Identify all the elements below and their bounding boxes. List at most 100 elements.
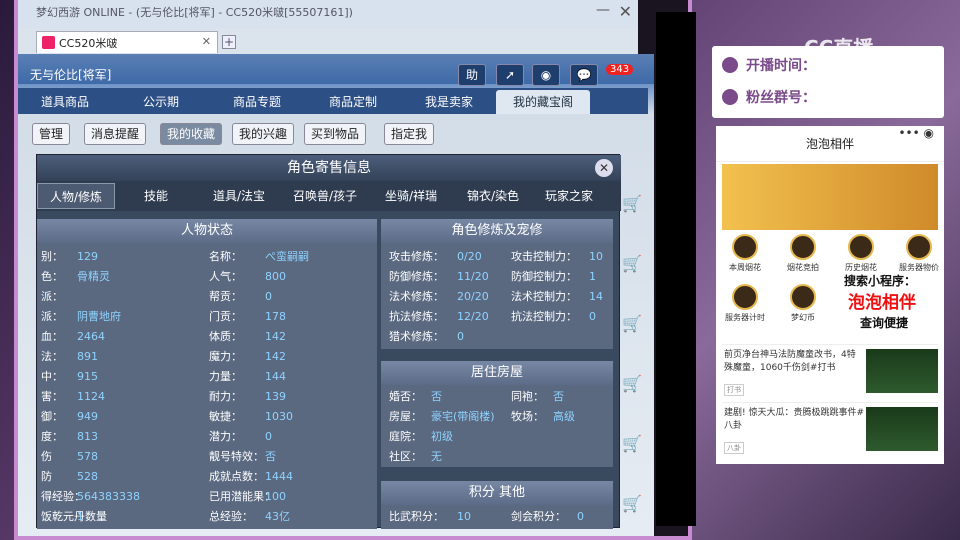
status-header: 人物状态: [37, 219, 377, 243]
new-tab-button[interactable]: +: [222, 35, 236, 49]
tab-character[interactable]: 人物/修炼: [37, 183, 115, 209]
cultivation-panel: 角色修炼及宠修 攻击修炼： 0/20 攻击控制力： 10 防御修炼： 11/20 防御控制力…: [381, 219, 613, 349]
cart-icon[interactable]: 🛒: [622, 374, 646, 394]
status-label: 度：: [41, 430, 63, 443]
status-label: 血：: [41, 330, 63, 343]
favorites-button[interactable]: 我的收藏: [160, 123, 223, 145]
firework-auction-icon: 烟花竞拍: [778, 234, 828, 273]
message-icon[interactable]: 💬: [570, 64, 598, 86]
status-value: 1030: [265, 410, 293, 423]
nav-tab-topics[interactable]: 商品专题: [210, 90, 304, 114]
status-label: 名称：: [209, 250, 242, 263]
minimize-icon[interactable]: —: [596, 2, 610, 18]
status-value: 43亿: [265, 510, 290, 523]
browser-tab[interactable]: CC520米啵 ✕: [36, 31, 218, 53]
status-value: 骨精灵: [77, 270, 110, 283]
record-icon[interactable]: ◉: [532, 64, 560, 86]
status-label: 御：: [41, 410, 63, 423]
points-label: 剑会积分：: [511, 510, 566, 523]
nav-tab-items[interactable]: 道具商品: [18, 90, 112, 114]
favicon-icon: [42, 36, 55, 49]
tab-mounts[interactable]: 坐骑/祥瑞: [369, 183, 453, 209]
control-value: 10: [589, 250, 603, 263]
status-value: 891: [77, 350, 98, 363]
house-value: 豪宅(带阁楼): [431, 410, 495, 423]
house-label: 房屋：: [389, 410, 422, 423]
news-item[interactable]: 前页净台神马法防魔童改书，4特殊魔童，1060千伤剑#打书 打书: [722, 344, 938, 400]
tab-close-icon[interactable]: ✕: [202, 35, 211, 48]
tab-items[interactable]: 道具/法宝: [197, 183, 281, 209]
interests-button[interactable]: 我的兴趣: [232, 123, 295, 145]
control-value: 0: [589, 310, 596, 323]
status-value: 578: [77, 450, 98, 463]
points-value: 10: [457, 510, 471, 523]
status-label: 总经验：: [209, 510, 253, 523]
cart-icon[interactable]: 🛒: [622, 494, 646, 514]
cart-icon[interactable]: 🛒: [622, 254, 646, 274]
nav-tabs: 道具商品 公示期 商品专题 商品定制 我是卖家 我的藏宝阁: [18, 88, 648, 114]
manage-button[interactable]: 管理: [32, 123, 71, 145]
points-header: 积分 其他: [381, 481, 613, 505]
status-value: ぺ蛮嗣嗣: [265, 250, 309, 263]
notify-button[interactable]: 消息提醒: [84, 123, 147, 145]
status-value: 2464: [77, 330, 105, 343]
status-value: 阴曹地府: [77, 310, 121, 323]
cart-icon[interactable]: 🛒: [622, 434, 646, 454]
status-value: 1124: [77, 390, 105, 403]
status-label: 色：: [41, 270, 63, 283]
nav-tab-my-treasure[interactable]: 我的藏宝阁: [496, 90, 590, 114]
house-value: 无: [431, 450, 442, 463]
control-label: 攻击控制力：: [511, 250, 577, 263]
stream-frame: 梦幻西游 ONLINE - (无与伦比[将军] - CC520米啵[555071…: [14, 0, 696, 540]
status-value: 否: [265, 450, 276, 463]
share-icon[interactable]: ➚: [496, 64, 524, 86]
status-label: 中：: [41, 370, 63, 383]
fan-group-label: 粉丝群号：: [746, 90, 816, 106]
status-label: 派：: [41, 310, 63, 323]
nav-tab-custom[interactable]: 商品定制: [306, 90, 400, 114]
tab-pets[interactable]: 召唤兽/孩子: [283, 183, 367, 209]
dialog-title: 角色寄售信息: [37, 155, 621, 181]
weekly-fireworks-icon: 本周烟花: [720, 234, 770, 273]
live-time-label: 开播时间：: [746, 58, 816, 74]
browser-tabbar: CC520米啵 ✕ +: [18, 28, 638, 54]
status-label: 体质：: [209, 330, 242, 343]
status-label: 靓号特效：: [209, 450, 264, 463]
tab-home[interactable]: 玩家之家: [533, 183, 605, 209]
points-value: 0: [577, 510, 584, 523]
status-label: 害：: [41, 390, 63, 403]
status-value: 1: [77, 510, 84, 523]
tab-outfits[interactable]: 锦衣/染色: [453, 183, 533, 209]
cart-icon[interactable]: 🛒: [622, 194, 646, 214]
cultivation-value: 12/20: [457, 310, 489, 323]
cultivation-value: 0: [457, 330, 464, 343]
assigned-button[interactable]: 指定我: [384, 123, 435, 145]
window-titlebar: 梦幻西游 ONLINE - (无与伦比[将军] - CC520米啵[555071…: [18, 0, 638, 28]
live-time-row: 开播时间：: [722, 54, 816, 78]
tab-skills[interactable]: 技能: [121, 183, 191, 209]
status-label: 饭乾元丹数量: [41, 510, 107, 523]
window-title: 梦幻西游 ONLINE - (无与伦比[将军] - CC520米啵[555071…: [36, 6, 353, 19]
status-value: 129: [77, 250, 98, 263]
dialog-close-icon[interactable]: ✕: [595, 159, 613, 177]
status-label: 法：: [41, 350, 63, 363]
nav-tab-seller[interactable]: 我是卖家: [402, 90, 496, 114]
status-value: 142: [265, 350, 286, 363]
cart-icon[interactable]: 🛒: [622, 314, 646, 334]
status-label: 耐力：: [209, 390, 242, 403]
cultivation-label: 抗法修炼：: [389, 310, 444, 323]
help-icon[interactable]: 助: [458, 64, 486, 86]
status-label: 潜力：: [209, 430, 242, 443]
status-value: 949: [77, 410, 98, 423]
status-value: 178: [265, 310, 286, 323]
close-icon[interactable]: ✕: [619, 2, 632, 21]
news-item[interactable]: 建剧! 惊天大瓜：贵腾极跳跳事件#八卦 八卦: [722, 402, 938, 458]
status-label: 防: [41, 470, 52, 483]
cultivation-label: 攻击修炼：: [389, 250, 444, 263]
bought-button[interactable]: 买到物品: [304, 123, 367, 145]
status-value: 528: [77, 470, 98, 483]
nav-tab-notice[interactable]: 公示期: [114, 90, 208, 114]
cultivation-header: 角色修炼及宠修: [381, 219, 613, 243]
house-value: 高级: [553, 410, 575, 423]
cultivation-value: 0/20: [457, 250, 482, 263]
